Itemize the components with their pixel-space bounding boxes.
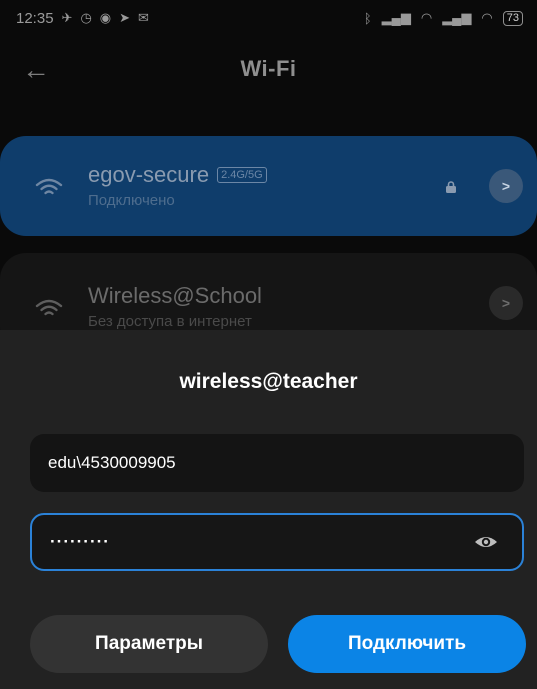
params-button[interactable]: Параметры — [30, 615, 268, 673]
connect-dialog: wireless@teacher edu\4530009905 ········… — [0, 330, 537, 689]
page-title: Wi-Fi — [240, 56, 297, 81]
username-value: edu\4530009905 — [48, 453, 176, 472]
chevron-right-icon: > — [501, 295, 511, 311]
network-name: egov-secure — [88, 162, 210, 187]
password-field[interactable]: ········· — [30, 513, 524, 571]
network-details-button[interactable]: > — [489, 286, 523, 320]
status-bar: 12:35 ✈ ◷ ◉ ➤ ✉ ᛒ ▂▄▆ ◠ ▂▄▆ ◠ 73 — [0, 0, 537, 36]
mail-icon: ✉ — [138, 10, 149, 25]
wifi-icon: ◠ — [481, 10, 493, 25]
signal-icon: ▂▄▆ — [442, 10, 472, 25]
record-icon: ◉ — [99, 10, 112, 25]
eye-icon[interactable] — [474, 532, 498, 552]
network-name: Wireless@School — [88, 283, 262, 308]
connect-button[interactable]: Подключить — [288, 615, 526, 673]
bluetooth-icon: ᛒ — [363, 10, 372, 26]
network-item-connected[interactable]: egov-secure 2.4G/5G Подключено > — [0, 136, 537, 236]
signal-icon: ▂▄▆ — [381, 10, 411, 25]
battery-indicator: 73 — [502, 10, 523, 26]
band-badge: 2.4G/5G — [217, 167, 267, 183]
dialog-title: wireless@teacher — [179, 370, 358, 393]
wifi-icon — [35, 299, 63, 316]
alarm-icon: ◷ — [80, 10, 92, 25]
lock-icon — [446, 181, 456, 193]
status-time: 12:35 — [16, 9, 54, 27]
network-status: Без доступа в интернет — [88, 313, 252, 330]
back-arrow-icon[interactable]: ← — [16, 50, 56, 90]
network-status: Подключено — [88, 192, 175, 209]
wifi-icon — [35, 178, 63, 195]
send-icon: ➤ — [119, 10, 131, 25]
alarm-off-icon: ✈ — [61, 10, 73, 25]
wifi-icon: ◠ — [420, 10, 433, 25]
chevron-right-icon: > — [501, 178, 511, 194]
app-bar: ← Wi-Fi — [0, 44, 537, 94]
password-value: ········· — [50, 532, 110, 551]
network-details-button[interactable]: > — [489, 169, 523, 203]
username-field[interactable]: edu\4530009905 — [30, 434, 524, 492]
